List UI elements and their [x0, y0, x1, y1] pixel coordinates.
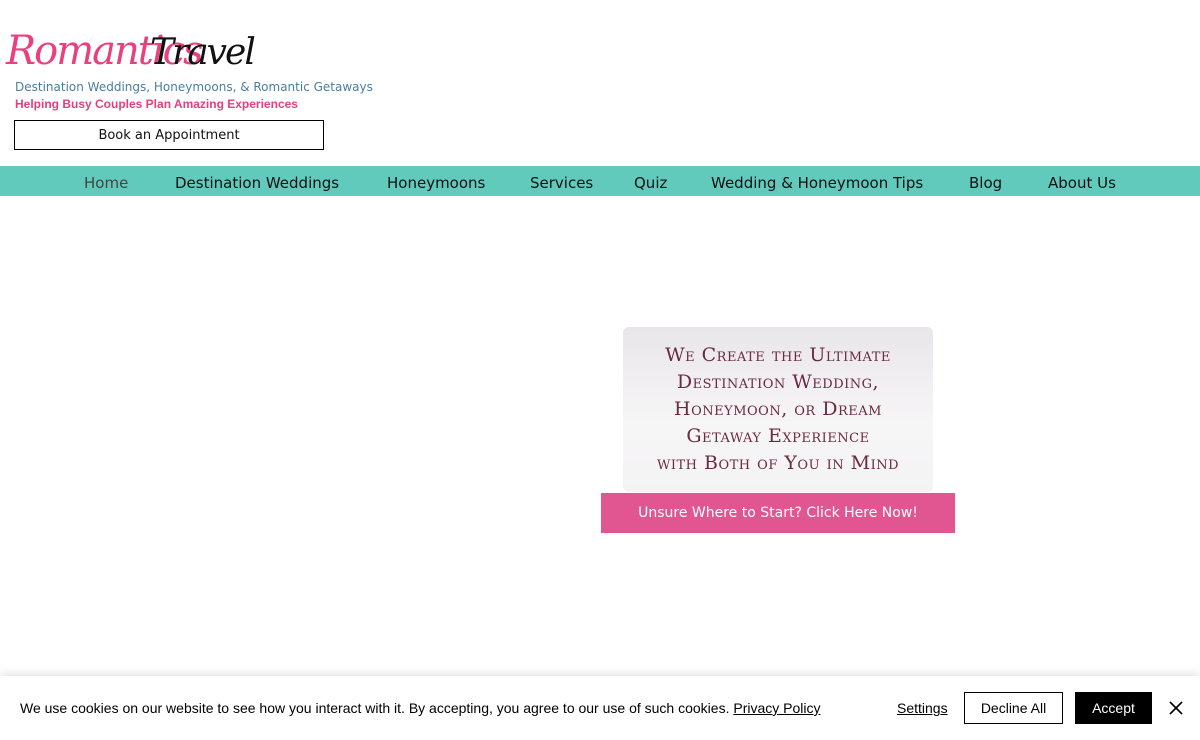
privacy-policy-link[interactable]: Privacy Policy [733, 700, 820, 716]
decline-all-button[interactable]: Decline All [964, 692, 1063, 724]
hero-line: Getaway Experience [686, 425, 870, 447]
hero-line: with Both of You in Mind [656, 452, 900, 474]
logo[interactable]: Romantics Travel [6, 26, 256, 82]
nav-item-quiz[interactable]: Quiz [634, 166, 667, 196]
nav-item-about-us[interactable]: About Us [1048, 166, 1116, 196]
quiz-cta-button[interactable]: Unsure Where to Start? Click Here Now! [601, 493, 955, 533]
logo-text-travel: Travel [150, 32, 256, 73]
nav-item-blog[interactable]: Blog [969, 166, 1002, 196]
close-icon[interactable] [1166, 698, 1186, 718]
cookie-message-text: We use cookies on our website to see how… [20, 700, 730, 716]
book-appointment-button[interactable]: Book an Appointment [14, 120, 324, 150]
accept-button[interactable]: Accept [1075, 692, 1152, 724]
subtagline: Helping Busy Couples Plan Amazing Experi… [15, 97, 298, 111]
nav-item-wedding-honeymoon-tips[interactable]: Wedding & Honeymoon Tips [711, 166, 923, 196]
hero-card: We Create the Ultimate Destination Weddi… [623, 327, 933, 492]
nav-item-destination-weddings[interactable]: Destination Weddings [175, 166, 339, 196]
hero-line: We Create the Ultimate [665, 344, 891, 366]
nav-item-home[interactable]: Home [84, 166, 128, 196]
hero-line: Honeymoon, or Dream [674, 398, 882, 420]
hero-heading: We Create the Ultimate Destination Weddi… [647, 342, 909, 477]
nav-item-services[interactable]: Services [530, 166, 593, 196]
cookie-settings-link[interactable]: Settings [897, 700, 948, 716]
cookie-banner: We use cookies on our website to see how… [0, 676, 1200, 740]
tagline: Destination Weddings, Honeymoons, & Roma… [15, 80, 373, 94]
hero-line: Destination Wedding, [676, 371, 880, 393]
cookie-message: We use cookies on our website to see how… [20, 700, 821, 716]
nav-item-honeymoons[interactable]: Honeymoons [387, 166, 485, 196]
main-nav: Home Destination Weddings Honeymoons Ser… [0, 166, 1200, 196]
